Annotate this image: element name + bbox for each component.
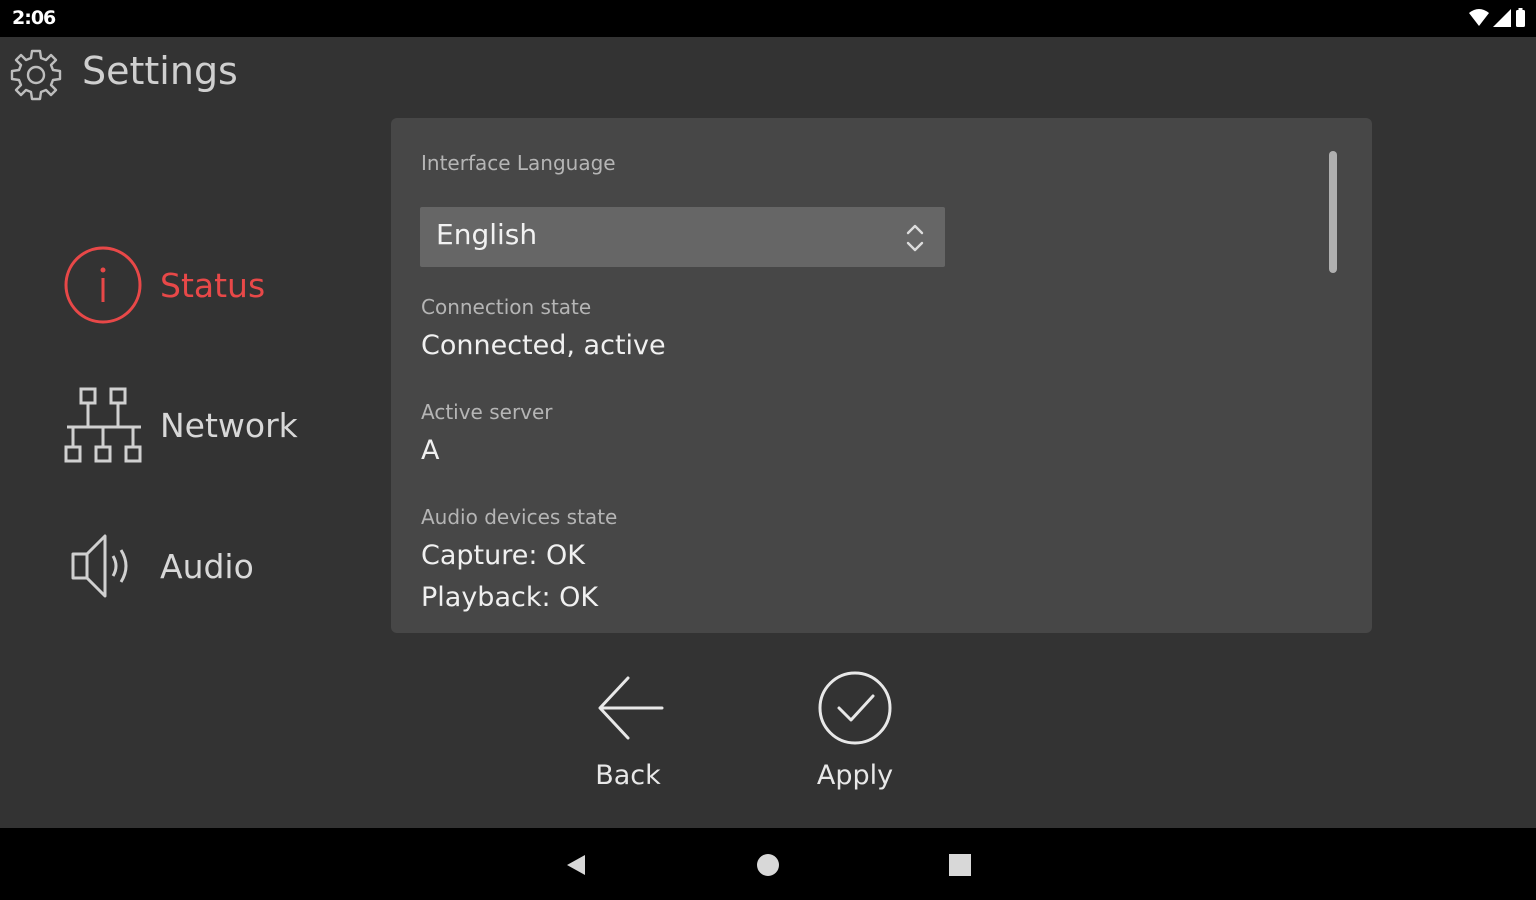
language-select-value: English — [436, 218, 538, 251]
nav-recents-icon[interactable] — [943, 848, 977, 882]
audio-playback-value: Playback: OK — [421, 582, 599, 613]
signal-icon — [1493, 9, 1511, 27]
back-button-label: Back — [595, 760, 661, 791]
scrollbar-thumb[interactable] — [1329, 151, 1337, 273]
active-server-value: A — [421, 435, 440, 466]
nav-back-icon[interactable] — [559, 848, 593, 882]
system-icons — [1469, 8, 1526, 28]
chevron-updown-icon — [906, 224, 924, 252]
language-label: Interface Language — [421, 151, 616, 175]
apply-button[interactable]: Apply — [775, 668, 935, 798]
nav-home-icon[interactable] — [751, 848, 785, 882]
apply-button-label: Apply — [816, 760, 894, 791]
connection-state-value: Connected, active — [421, 330, 666, 361]
status-panel[interactable]: Interface Language English Connection st… — [391, 118, 1372, 633]
sidebar-item-label: Audio — [160, 546, 254, 586]
sidebar-item-network[interactable]: Network — [58, 380, 358, 470]
network-icon — [64, 387, 142, 463]
speaker-icon — [71, 534, 128, 598]
connection-state-label: Connection state — [421, 295, 592, 319]
info-icon — [64, 246, 142, 324]
sidebar-item-label: Status — [160, 265, 266, 305]
gear-icon — [10, 49, 62, 101]
wifi-icon — [1469, 9, 1489, 26]
system-navigation-bar — [0, 828, 1536, 900]
battery-icon — [1516, 8, 1525, 27]
status-time: 2:06 — [12, 7, 56, 29]
sidebar-item-label: Network — [160, 405, 298, 445]
sidebar-item-audio[interactable]: Audio — [58, 521, 358, 611]
status-bar: 2:06 — [0, 0, 1536, 37]
active-server-label: Active server — [421, 400, 553, 424]
arrow-left-icon — [598, 676, 664, 740]
sidebar-item-status[interactable]: Status — [58, 240, 358, 330]
audio-capture-value: Capture: OK — [421, 540, 585, 571]
audio-devices-label: Audio devices state — [421, 505, 618, 529]
back-button[interactable]: Back — [548, 668, 708, 798]
check-circle-icon — [818, 671, 892, 745]
page-title: Settings — [82, 49, 238, 93]
language-select[interactable]: English — [420, 207, 945, 267]
app-header: Settings — [0, 37, 600, 107]
